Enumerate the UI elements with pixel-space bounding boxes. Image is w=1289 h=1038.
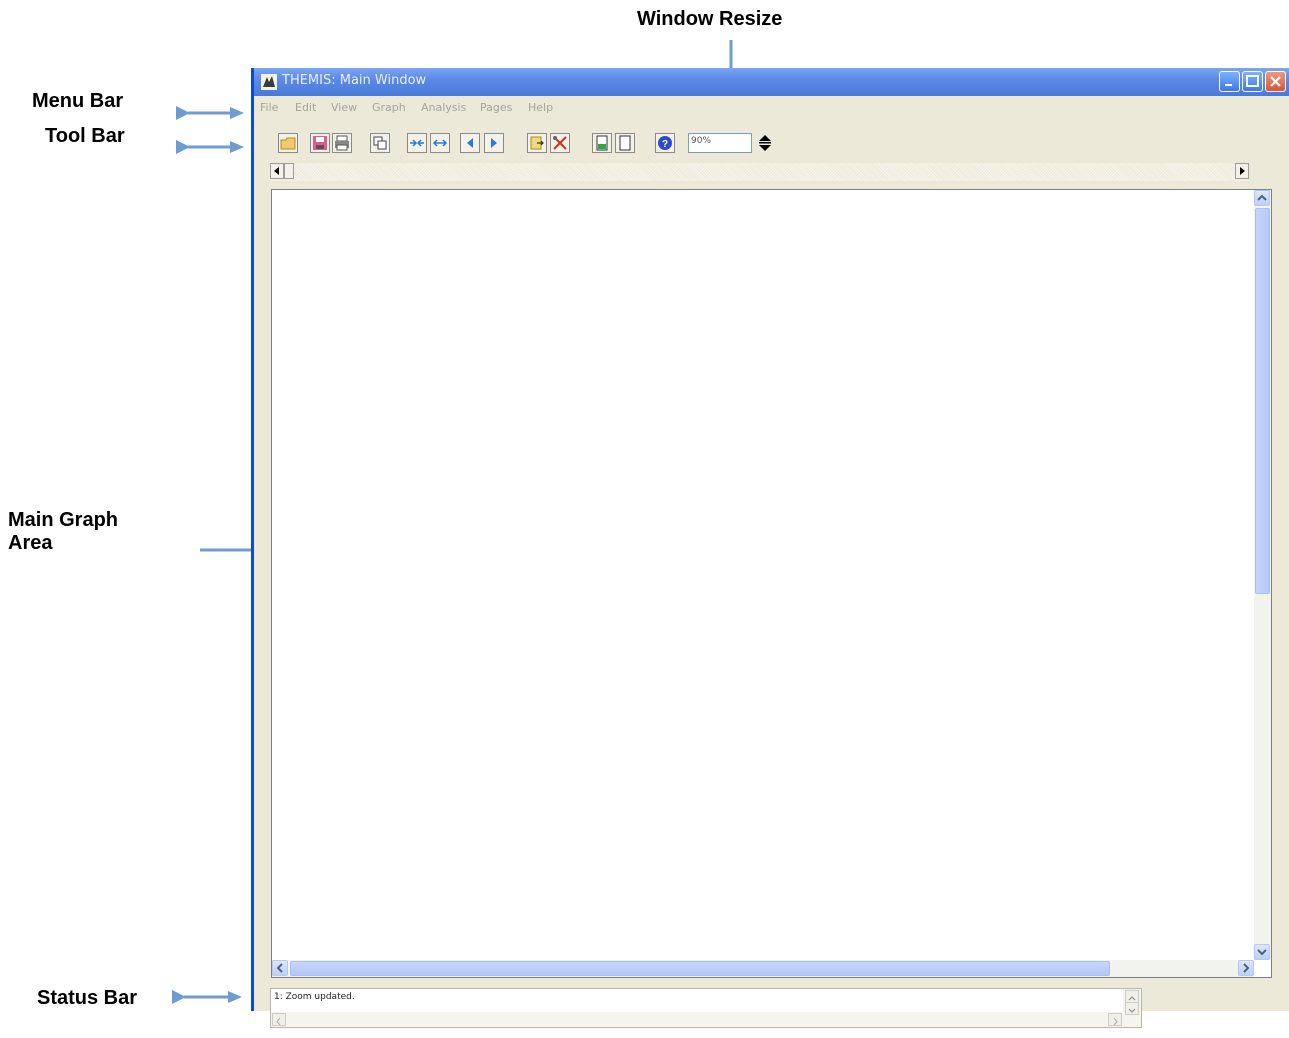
arrow-right-icon bbox=[1113, 1017, 1118, 1026]
status-scroll-right[interactable] bbox=[1108, 1013, 1122, 1026]
next-page-icon bbox=[491, 138, 497, 148]
menu-bar-arrow bbox=[176, 106, 244, 120]
menu-pages[interactable]: Pages bbox=[480, 101, 512, 114]
next-page-button[interactable] bbox=[484, 133, 504, 153]
close-button[interactable] bbox=[1265, 71, 1286, 92]
tool-bar-arrow bbox=[176, 140, 244, 154]
open-icon bbox=[280, 137, 296, 150]
open-button[interactable] bbox=[278, 133, 298, 153]
copy-button[interactable] bbox=[370, 133, 390, 153]
minimize-icon bbox=[1225, 84, 1232, 86]
expand-button[interactable] bbox=[430, 133, 450, 153]
export-button[interactable] bbox=[527, 133, 547, 153]
zoom-spinner-icon[interactable] bbox=[758, 134, 772, 152]
annotation-tool-bar: Tool Bar bbox=[45, 125, 125, 147]
prev-page-icon bbox=[467, 138, 473, 148]
ruler-right-button[interactable] bbox=[1235, 163, 1249, 179]
status-scroll-down[interactable] bbox=[1125, 1002, 1139, 1015]
ruler-left-button[interactable] bbox=[270, 163, 284, 179]
horizontal-scroll-thumb[interactable] bbox=[290, 961, 1110, 976]
copy-icon bbox=[373, 136, 387, 150]
chevron-up-icon bbox=[1257, 194, 1267, 201]
status-scroll-left[interactable] bbox=[272, 1013, 286, 1026]
status-bar-arrow bbox=[172, 990, 242, 1004]
horizontal-scrollbar[interactable] bbox=[272, 960, 1254, 977]
status-bar: 1: Zoom updated. bbox=[270, 988, 1142, 1028]
blank-page-icon bbox=[619, 135, 631, 151]
color-page-button[interactable] bbox=[592, 133, 612, 153]
menu-edit[interactable]: Edit bbox=[295, 101, 316, 114]
blank-page-button[interactable] bbox=[615, 133, 635, 153]
chevron-right-icon bbox=[1243, 963, 1250, 973]
menu-help[interactable]: Help bbox=[528, 101, 553, 114]
svg-text:?: ? bbox=[662, 139, 668, 150]
annotation-main-graph-line1: Main Graph bbox=[8, 509, 119, 531]
menu-view[interactable]: View bbox=[331, 101, 357, 114]
chevron-left-icon bbox=[276, 963, 283, 973]
arrow-left-icon bbox=[274, 167, 279, 175]
expand-icon bbox=[432, 139, 448, 147]
save-button[interactable] bbox=[310, 133, 330, 153]
minimize-button[interactable] bbox=[1219, 71, 1240, 92]
main-graph-area[interactable] bbox=[271, 189, 1272, 978]
annotation-menu-bar: Menu Bar bbox=[32, 90, 124, 112]
menu-graph[interactable]: Graph bbox=[372, 101, 406, 114]
collapse-button[interactable] bbox=[407, 133, 427, 153]
prev-page-button[interactable] bbox=[460, 133, 480, 153]
arrow-right-icon bbox=[1240, 167, 1245, 175]
menu-analysis[interactable]: Analysis bbox=[421, 101, 466, 114]
vertical-scrollbar[interactable] bbox=[1254, 190, 1271, 960]
scroll-up-button[interactable] bbox=[1254, 190, 1270, 206]
export-icon bbox=[530, 136, 544, 150]
app-icon bbox=[261, 74, 277, 90]
maximize-icon bbox=[1246, 75, 1259, 87]
annotation-main-graph-area: Main Graph Area bbox=[8, 509, 118, 555]
print-icon bbox=[335, 135, 349, 151]
help-button[interactable]: ? bbox=[655, 133, 675, 153]
status-horizontal-scroll[interactable] bbox=[271, 1012, 1123, 1027]
save-icon bbox=[313, 136, 327, 150]
ruler-thumb[interactable] bbox=[284, 163, 294, 179]
maximize-button[interactable] bbox=[1242, 71, 1263, 92]
settings-button[interactable] bbox=[550, 133, 570, 153]
annotation-window-resize: Window Resize bbox=[637, 8, 783, 30]
top-horizontal-scroll[interactable] bbox=[270, 163, 1248, 181]
status-message: 1: Zoom updated. bbox=[274, 992, 355, 1002]
arrow-left-icon bbox=[276, 1017, 281, 1026]
window-title: THEMIS: Main Window bbox=[282, 73, 427, 88]
scroll-left-button[interactable] bbox=[272, 960, 288, 976]
title-bar[interactable]: THEMIS: Main Window bbox=[254, 68, 1289, 96]
zoom-input[interactable]: 90% bbox=[688, 133, 752, 153]
menu-file[interactable]: File bbox=[260, 101, 278, 114]
chevron-down-icon bbox=[1257, 949, 1267, 956]
settings-icon bbox=[553, 136, 567, 150]
status-vertical-scroll[interactable] bbox=[1123, 989, 1141, 1027]
annotation-main-graph-line2: Area bbox=[8, 532, 53, 554]
scroll-down-button[interactable] bbox=[1254, 944, 1270, 960]
close-icon bbox=[1270, 76, 1281, 87]
help-icon: ? bbox=[658, 136, 672, 150]
color-page-icon bbox=[596, 135, 608, 151]
collapse-icon bbox=[410, 139, 424, 147]
annotation-status-bar: Status Bar bbox=[37, 987, 138, 1009]
vertical-scroll-thumb[interactable] bbox=[1255, 208, 1270, 594]
arrow-down-icon bbox=[1128, 1008, 1136, 1013]
menu-bar: File Edit View Graph Analysis Pages Help bbox=[254, 98, 1289, 118]
scroll-right-button[interactable] bbox=[1238, 960, 1254, 976]
print-button[interactable] bbox=[332, 133, 352, 153]
